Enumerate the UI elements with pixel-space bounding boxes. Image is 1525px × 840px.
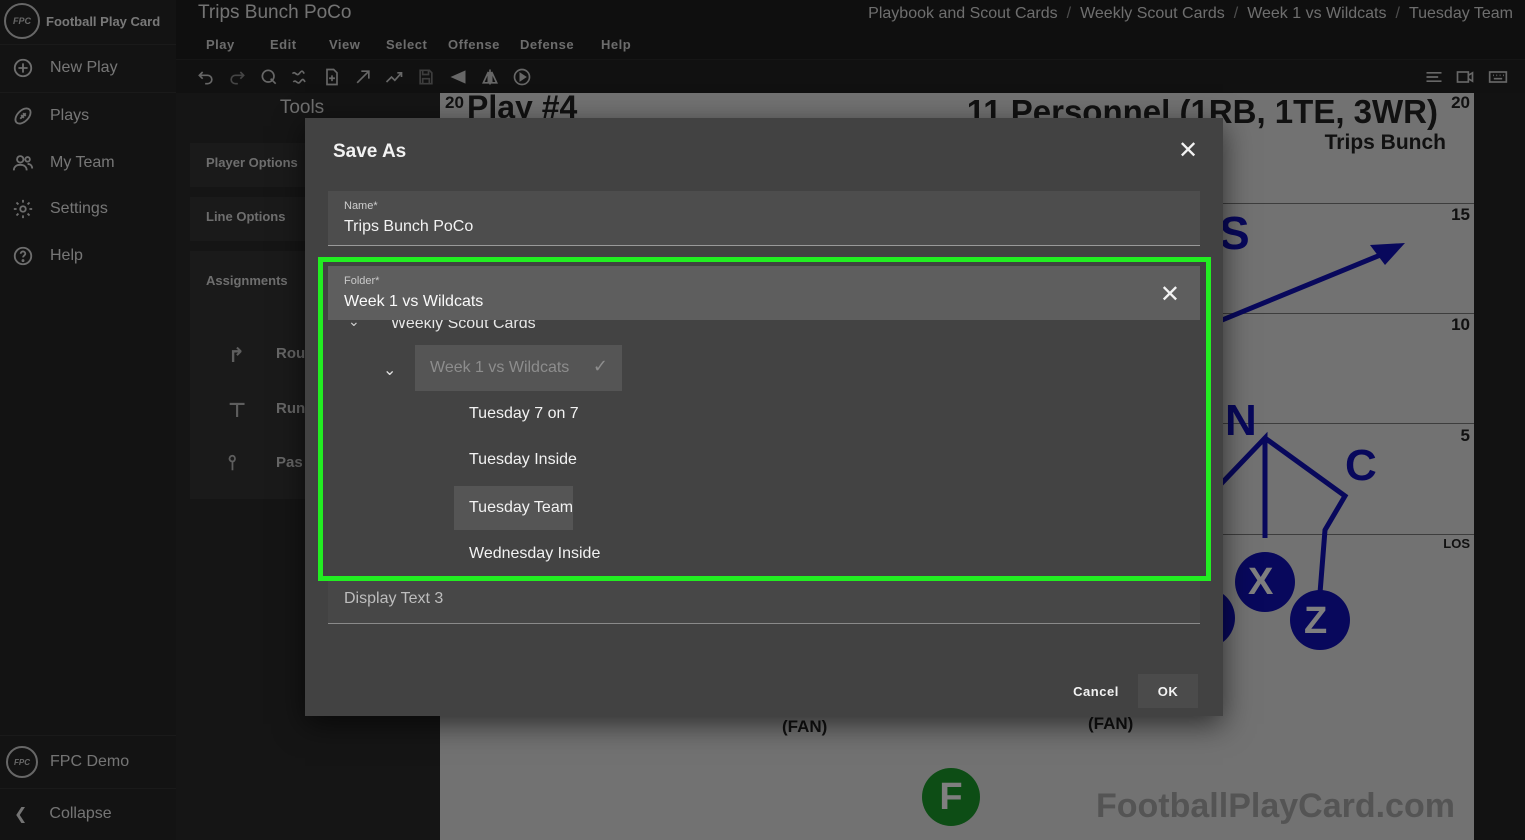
dialog-title: Save As: [333, 141, 407, 162]
display-text-field[interactable]: Display Text 3: [328, 578, 1200, 624]
annotation-highlight: [318, 257, 1211, 581]
name-field-value[interactable]: Trips Bunch PoCo: [344, 218, 473, 236]
app-root: FPC Football Play Card New Play Plays My…: [0, 0, 1525, 840]
name-field-label: Name*: [344, 200, 378, 212]
cancel-button[interactable]: Cancel: [1061, 676, 1131, 706]
close-icon[interactable]: ✕: [1175, 138, 1201, 164]
name-field[interactable]: Name* Trips Bunch PoCo: [328, 191, 1200, 246]
ok-button[interactable]: OK: [1138, 674, 1198, 708]
display-text-placeholder: Display Text 3: [344, 590, 444, 607]
